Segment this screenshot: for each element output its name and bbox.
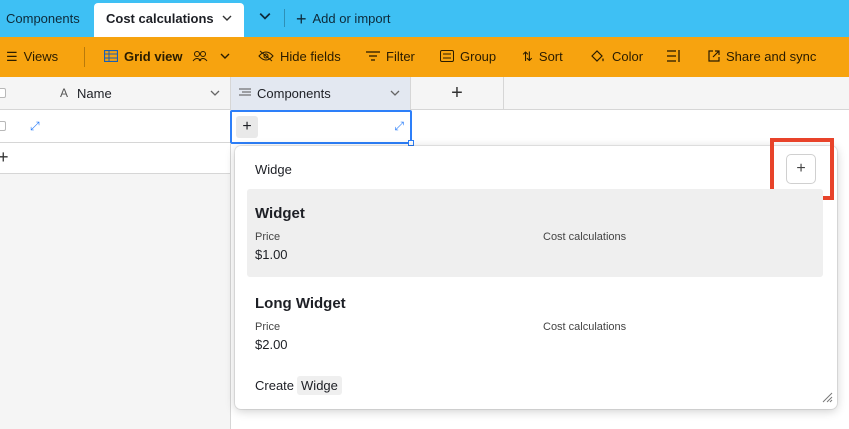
collaborators-icon — [192, 49, 212, 64]
field-value: $1.00 — [255, 247, 288, 262]
field-label: Cost calculations — [543, 321, 627, 333]
tab-label: Cost calculations — [106, 11, 214, 26]
create-label: Create — [255, 378, 295, 393]
hide-fields-label: Hide fields — [280, 49, 341, 64]
column-header-name[interactable]: A Name — [0, 77, 231, 110]
sort-icon: ⇅ — [522, 49, 533, 64]
list-item[interactable]: Widget Price $1.00 Cost calculations — [247, 189, 823, 277]
column-header-label: Name — [77, 86, 112, 101]
views-label: Views — [23, 49, 59, 64]
add-row-button[interactable]: + — [0, 143, 231, 174]
sort-label: Sort — [538, 49, 563, 64]
filter-button[interactable]: Filter — [366, 37, 415, 77]
search-input[interactable]: Widge — [255, 162, 292, 177]
chevron-down-icon — [220, 49, 230, 64]
column-header-components[interactable]: Components — [231, 77, 411, 110]
toolbar-divider — [84, 47, 85, 67]
resize-handle-icon[interactable] — [821, 391, 833, 406]
add-import-label: Add or import — [312, 11, 391, 26]
field-value: $2.00 — [255, 337, 288, 352]
expand-record-icon[interactable]: ⤢ — [30, 119, 40, 134]
hamburger-icon: ☰ — [6, 49, 18, 64]
row-checkbox[interactable] — [0, 121, 6, 131]
group-icon — [440, 37, 454, 77]
more-tabs-button[interactable] — [252, 7, 278, 29]
filter-icon — [366, 37, 380, 77]
paint-bucket-icon — [590, 37, 606, 77]
expand-icon[interactable]: ⤢ — [394, 119, 404, 134]
field-label: Cost calculations — [543, 231, 627, 243]
list-item[interactable]: Long Widget Price $2.00 Cost calculation… — [247, 279, 823, 367]
share-and-sync-button[interactable]: Share and sync — [708, 37, 816, 77]
grid-header: A Name Components + — [0, 77, 849, 110]
views-button[interactable]: ☰ Views — [6, 37, 58, 77]
linked-record-picker: Widge + Widget Price $1.00 Cost calculat… — [235, 138, 837, 409]
add-linked-record-button[interactable]: + — [236, 116, 258, 138]
color-button[interactable]: Color — [590, 37, 643, 77]
column-header-label: Components — [257, 86, 331, 101]
create-new-record-option[interactable]: Create Widge — [255, 376, 342, 395]
table-row[interactable]: ⤢ — [0, 111, 231, 143]
text-field-icon: A — [60, 86, 69, 100]
create-chip: Widge — [297, 376, 342, 395]
add-field-button[interactable]: + — [411, 77, 504, 110]
row-height-button[interactable] — [667, 37, 681, 77]
tab-bar: Components Cost calculations + Add or imp… — [0, 0, 849, 37]
chevron-down-icon[interactable] — [222, 3, 232, 35]
chevron-down-icon[interactable] — [210, 77, 220, 110]
record-title: Widget — [255, 205, 305, 222]
field-label: Price — [255, 321, 281, 333]
linked-record-icon — [239, 77, 251, 110]
filter-label: Filter — [386, 49, 415, 64]
color-label: Color — [612, 49, 644, 64]
components-cell-editor[interactable]: + ⤢ — [230, 110, 414, 146]
share-label: Share and sync — [726, 49, 817, 64]
select-all-checkbox[interactable] — [0, 88, 6, 98]
record-title: Long Widget — [255, 295, 346, 312]
add-or-import-button[interactable]: + Add or import — [296, 0, 391, 37]
row-height-icon — [667, 49, 681, 64]
eye-slash-icon — [258, 37, 274, 77]
hide-fields-button[interactable]: Hide fields — [258, 37, 341, 77]
chevron-down-icon[interactable] — [390, 77, 400, 110]
plus-icon: + — [0, 147, 9, 167]
group-button[interactable]: Group — [440, 37, 496, 77]
tab-cost-calculations[interactable]: Cost calculations — [94, 3, 244, 37]
chevron-down-icon — [259, 13, 271, 20]
grid-view-label: Grid view — [124, 49, 183, 64]
external-link-icon — [708, 37, 720, 77]
grid-icon — [103, 37, 119, 77]
plus-icon: + — [296, 9, 307, 29]
group-label: Group — [460, 49, 497, 64]
tab-divider — [284, 9, 285, 27]
grid-view-button[interactable]: Grid view — [103, 37, 230, 77]
sort-button[interactable]: ⇅ Sort — [522, 37, 563, 77]
field-label: Price — [255, 231, 281, 243]
tab-components[interactable]: Components — [0, 0, 80, 37]
grid-empty-area — [0, 174, 231, 429]
view-toolbar: ☰ Views Grid view Hide fields Filter Grou… — [0, 37, 849, 77]
